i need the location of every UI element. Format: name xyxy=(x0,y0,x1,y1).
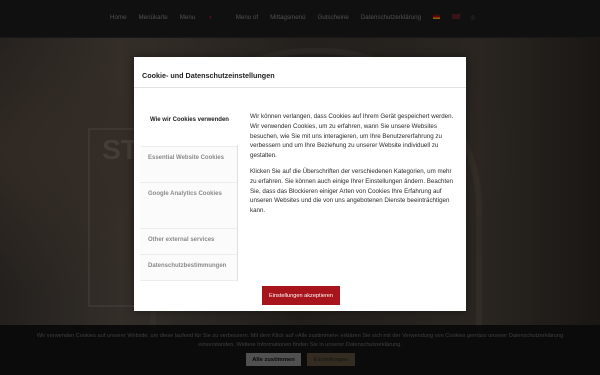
content-paragraph-2: Klicken Sie auf die Überschriften der ve… xyxy=(250,167,453,215)
tab-google-analytics[interactable]: Google Analytics Cookies xyxy=(140,183,237,229)
category-tabs: Wie wir Cookies verwenden Essential Webs… xyxy=(140,109,237,281)
modal-divider xyxy=(134,87,466,88)
tab-divider xyxy=(237,145,238,281)
tab-how-we-use-cookies[interactable]: Wie wir Cookies verwenden xyxy=(140,109,237,147)
modal-title: Cookie- und Datenschutzeinstellungen xyxy=(142,71,275,80)
tab-privacy-policy[interactable]: Datenschutzbestimmungen xyxy=(140,255,237,281)
tab-external-services[interactable]: Other external services xyxy=(140,229,237,255)
tab-essential-cookies[interactable]: Essential Website Cookies xyxy=(140,147,237,183)
accept-settings-button[interactable]: Einstellungen akzeptieren xyxy=(262,286,340,305)
content-paragraph-1: Wir können verlangen, dass Cookies auf I… xyxy=(250,113,454,160)
tab-content: Wir können verlangen, dass Cookies auf I… xyxy=(250,112,458,222)
cookie-settings-modal: Cookie- und Datenschutzeinstellungen Wie… xyxy=(134,57,466,311)
